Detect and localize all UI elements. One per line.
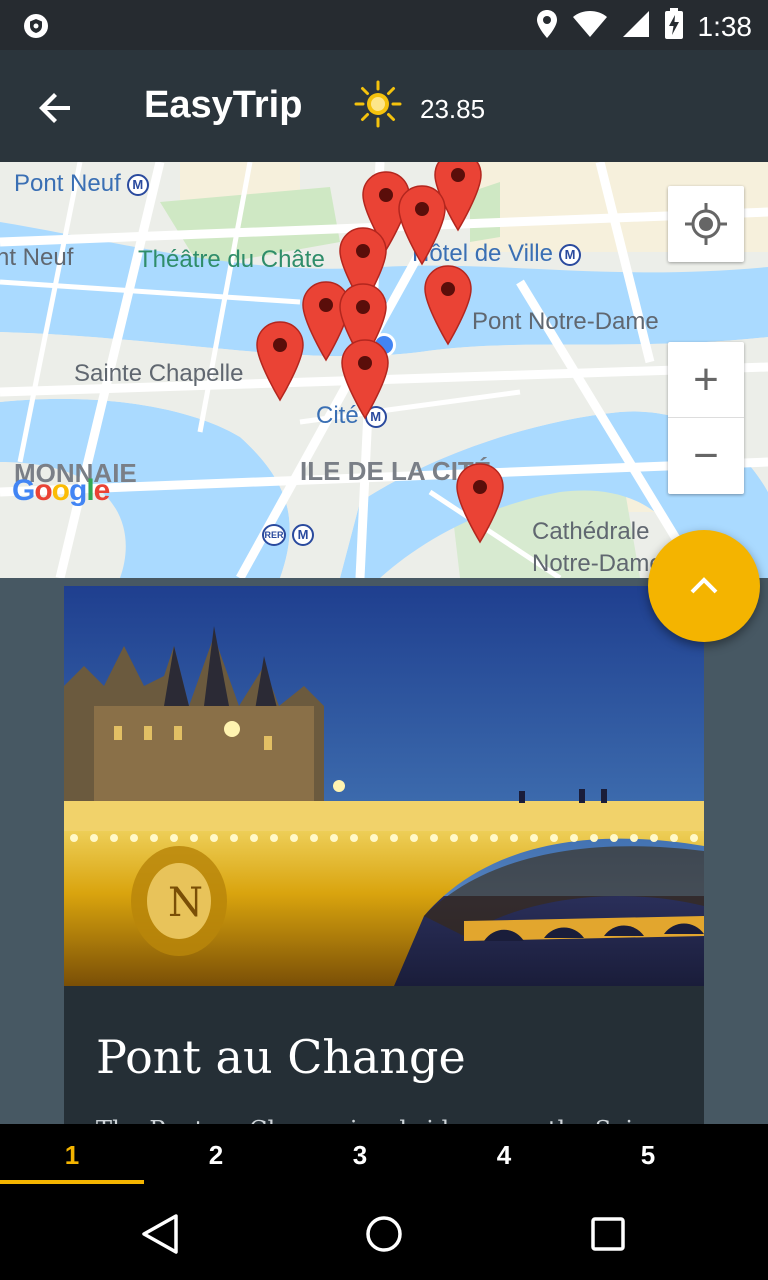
- tab-1[interactable]: 1: [0, 1124, 144, 1186]
- chevron-up-icon: [690, 577, 718, 594]
- status-bar: 1:38: [0, 0, 768, 50]
- map-pin[interactable]: [255, 320, 305, 402]
- system-nav-bar: [0, 1186, 768, 1280]
- sun-icon: [354, 80, 402, 128]
- metro-icon: M: [558, 243, 581, 266]
- map-pin[interactable]: [455, 462, 505, 544]
- map-label-pont-neuf-left: nt Neuf: [0, 244, 74, 271]
- map-pin[interactable]: [423, 264, 473, 346]
- place-card[interactable]: N Pont au Change The Pont au Change is a…: [64, 586, 704, 1124]
- my-location-button[interactable]: [668, 186, 744, 262]
- tab-bar: 1 2 3 4 5: [0, 1124, 768, 1186]
- zoom-in-button[interactable]: +: [668, 342, 744, 418]
- app-title: EasyTrip: [144, 84, 303, 126]
- zoom-out-button[interactable]: −: [668, 418, 744, 494]
- vpn-shield-icon: [22, 12, 50, 45]
- map-label-sainte-chapelle: Sainte Chapelle: [74, 360, 244, 387]
- expand-up-button[interactable]: [648, 530, 760, 642]
- map-pin[interactable]: [340, 338, 390, 420]
- place-photo: N: [64, 586, 704, 986]
- metro-icon: M: [126, 173, 149, 196]
- place-title: Pont au Change: [96, 1030, 466, 1084]
- google-logo: Google: [12, 474, 110, 507]
- clock: 1:38: [697, 10, 753, 42]
- tab-5[interactable]: 5: [576, 1124, 720, 1186]
- tab-2[interactable]: 2: [144, 1124, 288, 1186]
- home-circle-icon[interactable]: [360, 1210, 408, 1258]
- map-view[interactable]: Pont Neuf M nt Neuf Théâtre du Châte Hôte…: [0, 162, 768, 578]
- arrow-back-icon[interactable]: [34, 86, 78, 130]
- map-label-theatre: Théâtre du Châte: [138, 246, 325, 273]
- map-label-pont-notre-dame: Pont Notre-Dame: [472, 308, 659, 335]
- location-icon: [536, 9, 558, 44]
- map-label-cathedrale: Cathédrale: [532, 518, 650, 545]
- battery-charging-icon: [664, 8, 684, 45]
- wifi-icon: [572, 10, 608, 43]
- cell-signal-icon: [622, 10, 650, 43]
- temperature-value: 23.85: [420, 94, 486, 124]
- back-triangle-icon[interactable]: [136, 1210, 184, 1258]
- tab-4[interactable]: 4: [432, 1124, 576, 1186]
- map-label-pont-neuf: Pont Neuf M: [14, 170, 149, 198]
- crosshair-icon: [685, 203, 727, 245]
- place-panel: N Pont au Change The Pont au Change is a…: [0, 578, 768, 1124]
- svg-text:N: N: [168, 880, 203, 926]
- rer-metro-icon: RER M: [256, 524, 314, 546]
- map-pin[interactable]: [397, 184, 447, 266]
- app-bar: EasyTrip 23.85: [0, 50, 768, 162]
- place-description: The Pont au Change is a bridge over the …: [96, 1116, 696, 1124]
- tab-3[interactable]: 3: [288, 1124, 432, 1186]
- recents-square-icon[interactable]: [584, 1210, 632, 1258]
- zoom-controls: + −: [668, 342, 744, 494]
